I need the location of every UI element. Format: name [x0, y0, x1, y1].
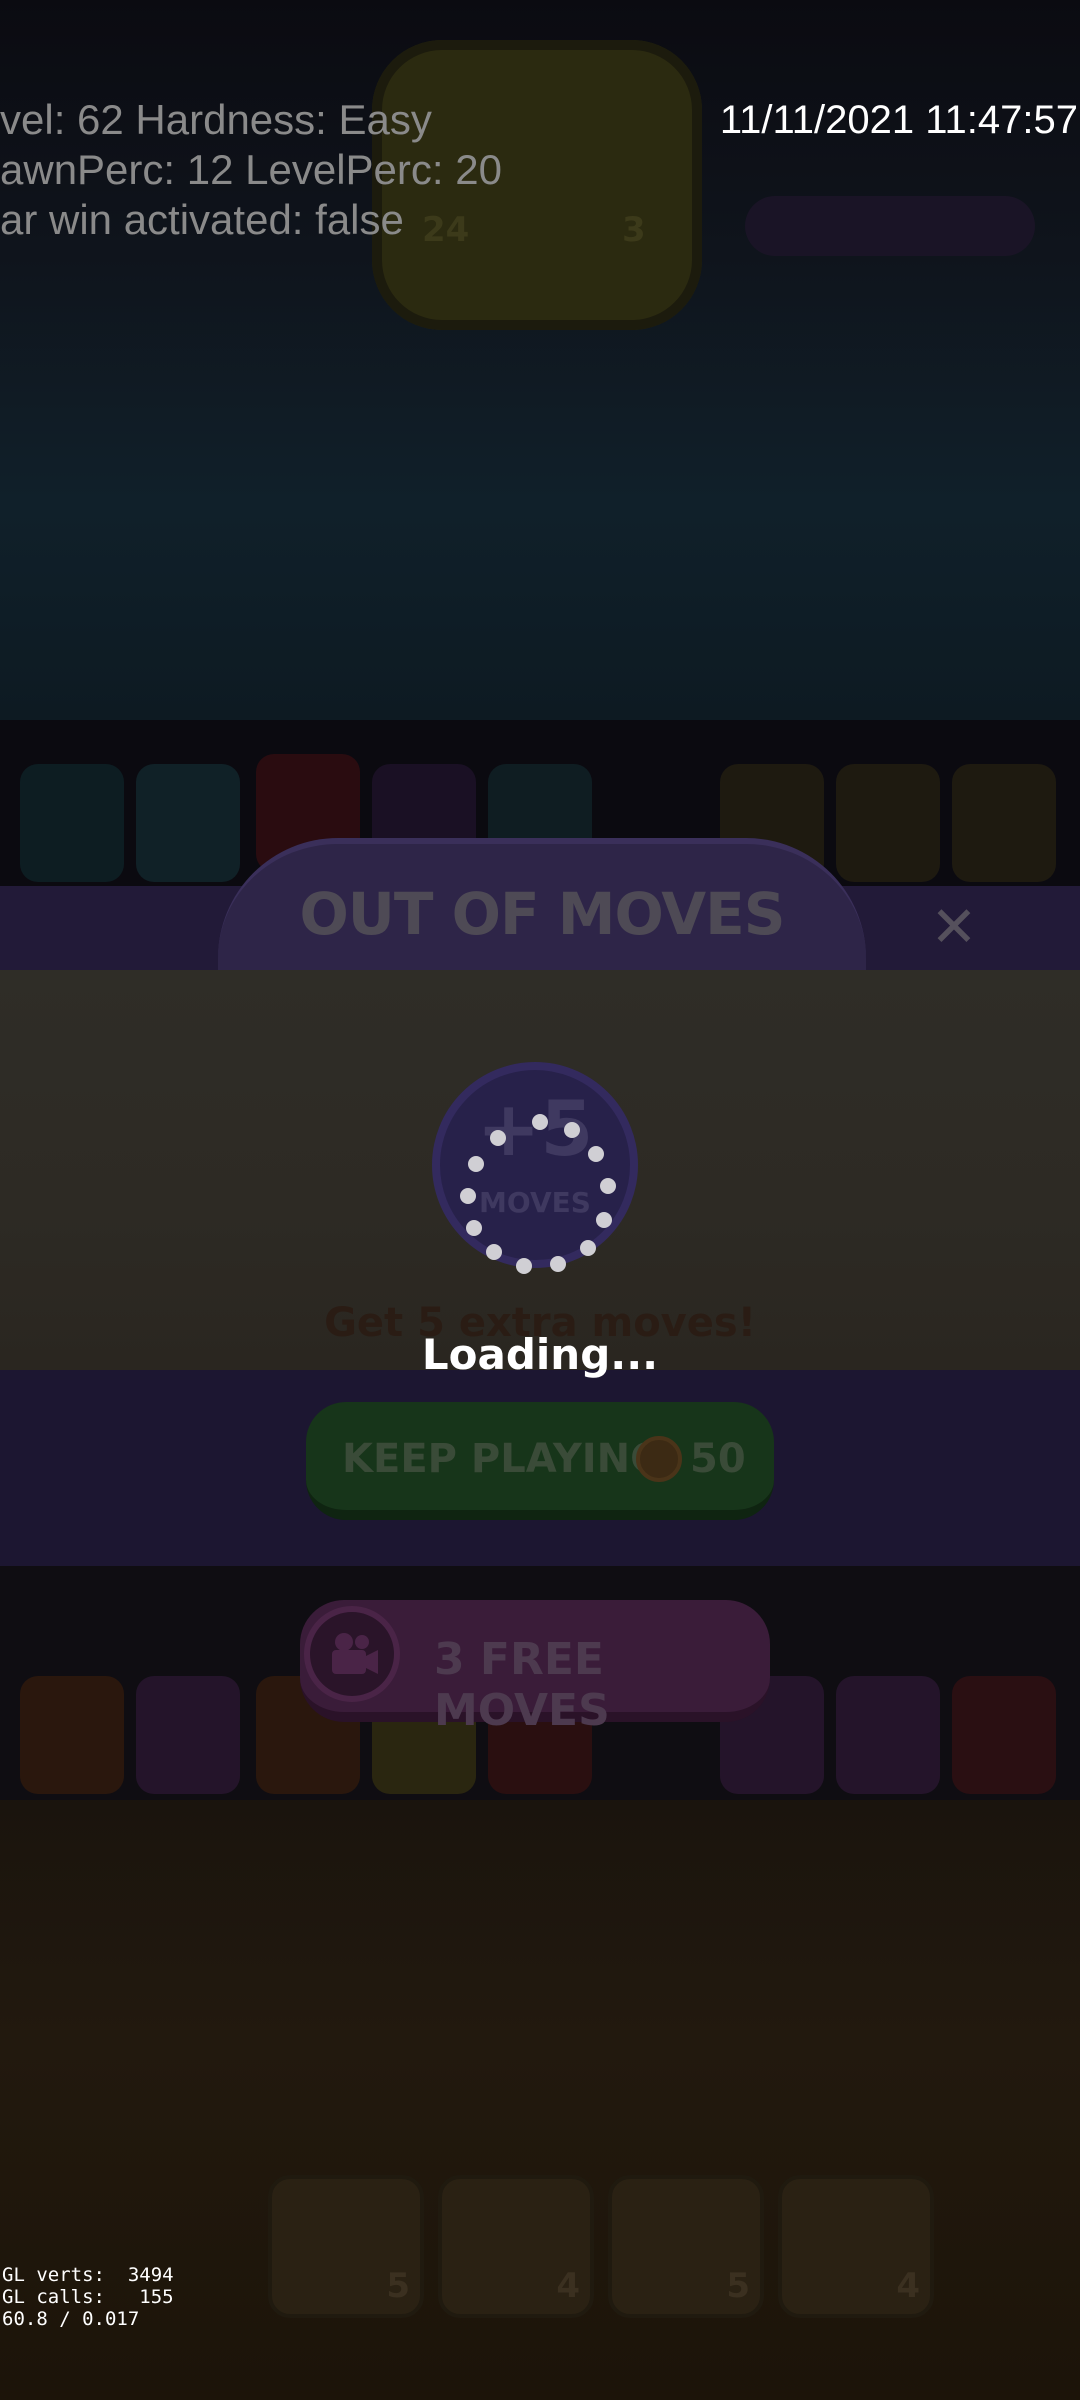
keep-playing-cost: 50 — [690, 1436, 746, 1482]
gl-fps: 60.8 / 0.017 — [2, 2308, 140, 2330]
background-tile — [836, 1676, 940, 1794]
debug-spawn-line: awnPerc: 12 LevelPerc: 20 — [0, 146, 502, 193]
background-card-number-left: 24 — [422, 210, 470, 250]
background-tile — [20, 764, 124, 882]
debug-level-line: vel: 62 Hardness: Easy — [0, 96, 432, 143]
loading-text: Loading... — [421, 1330, 659, 1379]
background-slot-count: 5 — [386, 2266, 410, 2306]
keep-playing-button[interactable]: KEEP PLAYING 50 — [306, 1402, 774, 1520]
modal-title: OUT OF MOVES — [299, 880, 785, 948]
gl-verts: GL verts: 3494 — [2, 2264, 174, 2286]
gl-calls: GL calls: 155 — [2, 2286, 174, 2308]
background-slot-count: 5 — [726, 2266, 750, 2306]
debug-timestamp: 11/11/2021 11:47:57 — [719, 98, 1078, 142]
spinner-dot — [466, 1220, 482, 1236]
background-booster-slot: 5 — [268, 2175, 424, 2318]
spinner-dot — [580, 1240, 596, 1256]
background-slot-count: 4 — [896, 2266, 920, 2306]
background-tile — [952, 764, 1056, 882]
background-booster-slot: 4 — [778, 2175, 934, 2318]
camera-icon-glyph — [332, 1633, 378, 1674]
background-tile — [952, 1676, 1056, 1794]
spinner-dot — [460, 1188, 476, 1204]
background-tile — [136, 1676, 240, 1794]
spinner-dot — [588, 1146, 604, 1162]
coin-icon — [636, 1436, 682, 1482]
debug-gl-stats: GL verts: 3494 GL calls: 155 60.8 / 0.017 — [2, 2264, 174, 2330]
spinner-dot — [600, 1178, 616, 1194]
spinner-dot — [550, 1256, 566, 1272]
debug-win-line: ar win activated: false — [0, 196, 404, 243]
spinner-dot — [486, 1244, 502, 1260]
background-booster-slot: 5 — [608, 2175, 764, 2318]
spinner-dot — [596, 1212, 612, 1228]
spinner-dot — [468, 1156, 484, 1172]
background-card-number-right: 3 — [622, 210, 646, 250]
spinner-dot — [532, 1114, 548, 1130]
keep-playing-label: KEEP PLAYING — [342, 1436, 663, 1482]
camera-icon — [304, 1606, 400, 1702]
spinner-dot — [516, 1258, 532, 1274]
loading-spinner-icon — [460, 1114, 620, 1274]
spinner-dot — [564, 1122, 580, 1138]
background-slot-count: 4 — [556, 2266, 580, 2306]
background-hud-pill — [745, 196, 1035, 256]
spinner-dot — [490, 1130, 506, 1146]
background-booster-slot: 4 — [438, 2175, 594, 2318]
free-moves-button[interactable]: 3 FREE MOVES — [300, 1600, 770, 1736]
background-tile — [836, 764, 940, 882]
close-icon[interactable]: ✕ — [926, 900, 982, 956]
background-tile — [20, 1676, 124, 1794]
background-tile — [136, 764, 240, 882]
free-moves-label: 3 FREE MOVES — [434, 1634, 610, 1736]
